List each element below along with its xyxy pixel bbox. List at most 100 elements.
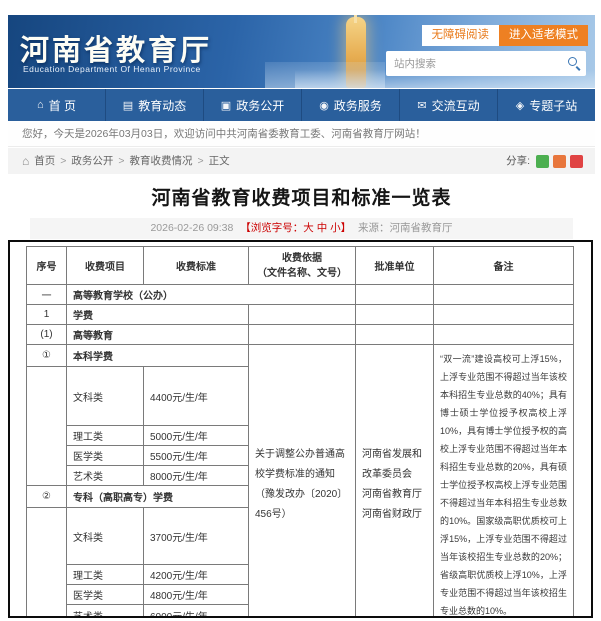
fee-basis-cell: 关于调整公办普通高校学费标准的通知（豫发改办〔2020〕456号）	[249, 345, 356, 619]
home-icon: ⌂	[37, 99, 44, 111]
subsite-icon: ◈	[516, 99, 524, 112]
site-subtitle: Education Department Of Henan Province	[23, 64, 201, 74]
share-weibo-icon[interactable]	[553, 155, 566, 168]
table-header-row: 序号 收费项目 收费标准 收费依据 （文件名称、文号） 批准单位 备注	[27, 247, 574, 285]
row-index: 1	[27, 305, 67, 325]
breadcrumb-separator: >	[198, 148, 204, 174]
interaction-icon: ✉	[417, 99, 426, 112]
col-header-basis: 收费依据 （文件名称、文号）	[249, 247, 356, 285]
item-cell: 高等教育	[67, 325, 249, 345]
approver-cell: 河南省发展和改革委员会 河南省教育厅 河南省财政厅	[356, 345, 434, 619]
table-row-tuition: 1 学费	[27, 305, 574, 325]
news-icon: ▤	[123, 99, 133, 112]
nav-item-education-news[interactable]: ▤ 教育动态	[105, 89, 203, 121]
col-header-item: 收费项目	[67, 247, 144, 285]
services-icon: ◉	[319, 99, 329, 112]
category-cell: 医学类	[67, 446, 144, 466]
welcome-bar: 您好，今天是2026年03月03日，欢迎访问中共河南省委教育工委、河南省教育厅网…	[8, 122, 595, 147]
nav-item-interaction[interactable]: ✉ 交流互动	[399, 89, 497, 121]
share-qzone-icon[interactable]	[570, 155, 583, 168]
nav-label: 首 页	[49, 97, 76, 114]
nav-item-home[interactable]: ⌂ 首 页	[8, 89, 105, 121]
empty-cell	[356, 305, 434, 325]
nav-item-gov-services[interactable]: ◉ 政务服务	[301, 89, 399, 121]
col-header-approver: 批准单位	[356, 247, 434, 285]
category-cell: 文科类	[67, 367, 144, 426]
empty-cell	[434, 325, 574, 345]
col-header-standard: 收费标准	[144, 247, 249, 285]
share-wechat-icon[interactable]	[536, 155, 549, 168]
row-index: ①	[27, 345, 67, 367]
item-cell: 专科（高职高专）学费	[67, 486, 249, 508]
search-icon[interactable]	[568, 57, 577, 66]
col-header-index: 序号	[27, 247, 67, 285]
col-header-remark: 备注	[434, 247, 574, 285]
breadcrumb-separator: >	[60, 148, 66, 174]
category-cell: 医学类	[67, 585, 144, 605]
nav-label: 教育动态	[138, 97, 186, 114]
font-size-control[interactable]: 【浏览字号：大 中 小】	[240, 222, 351, 234]
empty-cell	[249, 305, 356, 325]
top-buttons: 无障碍阅读 进入适老模式	[422, 25, 589, 46]
fee-cell: 5500元/生/年	[144, 446, 249, 466]
category-cell: 艺术类	[67, 605, 144, 619]
main-nav: ⌂ 首 页 ▤ 教育动态 ▣ 政务公开 ◉ 政务服务 ✉ 交流互动 ◈ 专题子站	[8, 89, 595, 121]
nav-label: 交流互动	[432, 97, 480, 114]
nav-label: 政务公开	[236, 97, 284, 114]
category-cell: 文科类	[67, 508, 144, 565]
article-source: 来源：河南省教育厅	[358, 222, 453, 234]
publish-date: 2026-02-26 09:38	[150, 222, 233, 234]
site-search	[386, 51, 586, 76]
disclosure-icon: ▣	[221, 99, 231, 112]
page: 河南省教育厅 Education Department Of Henan Pro…	[0, 0, 601, 621]
share-tools: 分享:	[506, 148, 583, 174]
empty-cell	[356, 325, 434, 345]
fee-cell: 4400元/生/年	[144, 367, 249, 426]
table-row-section: 一 高等教育学校（公办）	[27, 285, 574, 305]
share-label: 分享:	[506, 148, 530, 174]
breadcrumb-fee-info[interactable]: 教育收费情况	[130, 148, 193, 174]
category-cell: 理工类	[67, 426, 144, 446]
breadcrumb-bar: ⌂ 首页 > 政务公开 > 教育收费情况 > 正文 分享:	[8, 148, 595, 174]
breadcrumb-home[interactable]: 首页	[34, 148, 55, 174]
fee-cell: 5000元/生/年	[144, 426, 249, 446]
empty-cell	[249, 325, 356, 345]
breadcrumb-gov-disclosure[interactable]: 政务公开	[71, 148, 113, 174]
section-title-cell: 高等教育学校（公办）	[67, 285, 356, 305]
fee-table: 序号 收费项目 收费标准 收费依据 （文件名称、文号） 批准单位 备注 一 高等…	[26, 246, 574, 618]
fee-cell: 3700元/生/年	[144, 508, 249, 565]
breadcrumb: ⌂ 首页 > 政务公开 > 教育收费情况 > 正文	[22, 148, 230, 174]
nav-label: 专题子站	[529, 97, 577, 114]
article-meta: 2026-02-26 09:38 【浏览字号：大 中 小】 来源：河南省教育厅	[30, 218, 573, 239]
table-row-higher-education: (1) 高等教育	[27, 325, 574, 345]
article-content-frame: 序号 收费项目 收费标准 收费依据 （文件名称、文号） 批准单位 备注 一 高等…	[8, 240, 593, 618]
row-index: (1)	[27, 325, 67, 345]
breadcrumb-current-article: 正文	[209, 148, 230, 174]
empty-index-cell	[27, 508, 67, 619]
page-title: 河南省教育收费项目和标准一览表	[8, 183, 595, 210]
item-cell: 学费	[67, 305, 249, 325]
nav-label: 政务服务	[334, 97, 382, 114]
category-cell: 艺术类	[67, 466, 144, 486]
fee-cell: 6000元/生/年	[144, 605, 249, 619]
fee-cell: 8000元/生/年	[144, 466, 249, 486]
nav-item-gov-disclosure[interactable]: ▣ 政务公开	[203, 89, 301, 121]
row-index: 一	[27, 285, 67, 305]
table-row-bachelor-tuition: ① 本科学费 关于调整公办普通高校学费标准的通知（豫发改办〔2020〕456号）…	[27, 345, 574, 367]
empty-cell	[434, 285, 574, 305]
elder-mode-button[interactable]: 进入适老模式	[499, 25, 588, 46]
fee-cell: 4800元/生/年	[144, 585, 249, 605]
nav-item-special-subsites[interactable]: ◈ 专题子站	[497, 89, 595, 121]
breadcrumb-separator: >	[118, 148, 124, 174]
accessibility-reading-button[interactable]: 无障碍阅读	[422, 25, 500, 46]
breadcrumb-home-icon: ⌂	[22, 148, 29, 174]
site-banner: 河南省教育厅 Education Department Of Henan Pro…	[8, 15, 595, 88]
search-input[interactable]	[394, 51, 554, 76]
row-index: ②	[27, 486, 67, 508]
empty-cell	[356, 285, 434, 305]
remark-cell: “双一流”建设高校可上浮15%，上浮专业范围不得超过当年该校本科招生专业总数的4…	[434, 345, 574, 619]
site-title: 河南省教育厅	[20, 27, 212, 69]
article-header: 河南省教育收费项目和标准一览表 2026-02-26 09:38 【浏览字号：大…	[8, 174, 595, 240]
empty-index-cell	[27, 367, 67, 486]
empty-cell	[434, 305, 574, 325]
